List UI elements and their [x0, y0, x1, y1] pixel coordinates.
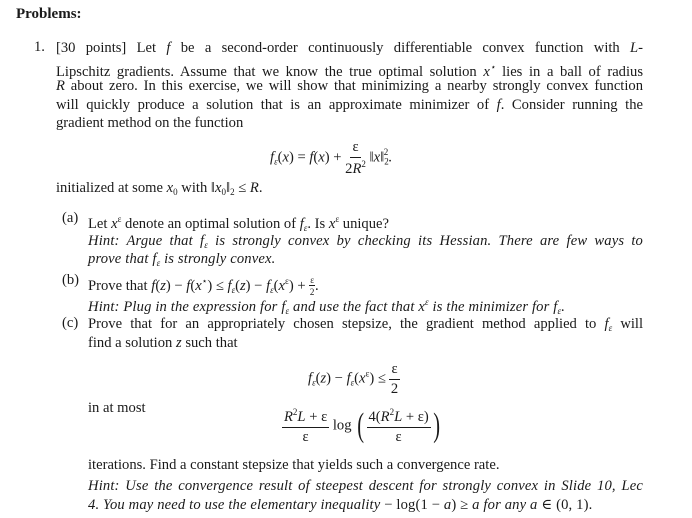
intro-line-4: will quickly produce a solution that is … [56, 97, 643, 113]
part-c-hint-line-1: Hint: Use the convergence result of stee… [88, 478, 643, 494]
in-at-most: in at most [88, 400, 146, 416]
part-c-hint-line-2: 4. You may need to use the elementary in… [88, 497, 593, 513]
problem-number: 1. [34, 39, 45, 55]
section-heading: Problems: [16, 6, 82, 22]
intro-line-1: [30 points] Let f be a second-order cont… [56, 40, 644, 56]
part-c-statement-line-2: find a solution z such that [88, 335, 238, 351]
part-b-label: (b) [62, 272, 80, 288]
part-a-hint-line-2: prove that fε is strongly convex. [88, 251, 276, 268]
points: [30 points] [56, 40, 127, 56]
equation-c-2: R2L + εε log (4(R2L + ε) ε) [282, 407, 440, 445]
equation-c-1: fε(z) − fε(xε) ≤ ε2 [308, 361, 400, 397]
intro-line-3: R about zero. In this exercise, we will … [56, 78, 644, 94]
part-c-label: (c) [62, 315, 79, 331]
equation-f-epsilon: fε(x) = f(x) + ε 2R2 ‖x‖22. [270, 139, 392, 177]
part-c-after: iterations. Find a constant stepsize tha… [88, 457, 500, 473]
init-text: initialized at some x0 with ‖x0‖2 ≤ R. [56, 180, 263, 197]
intro-line-5: gradient method on the function [56, 115, 244, 131]
part-a-label: (a) [62, 210, 79, 226]
